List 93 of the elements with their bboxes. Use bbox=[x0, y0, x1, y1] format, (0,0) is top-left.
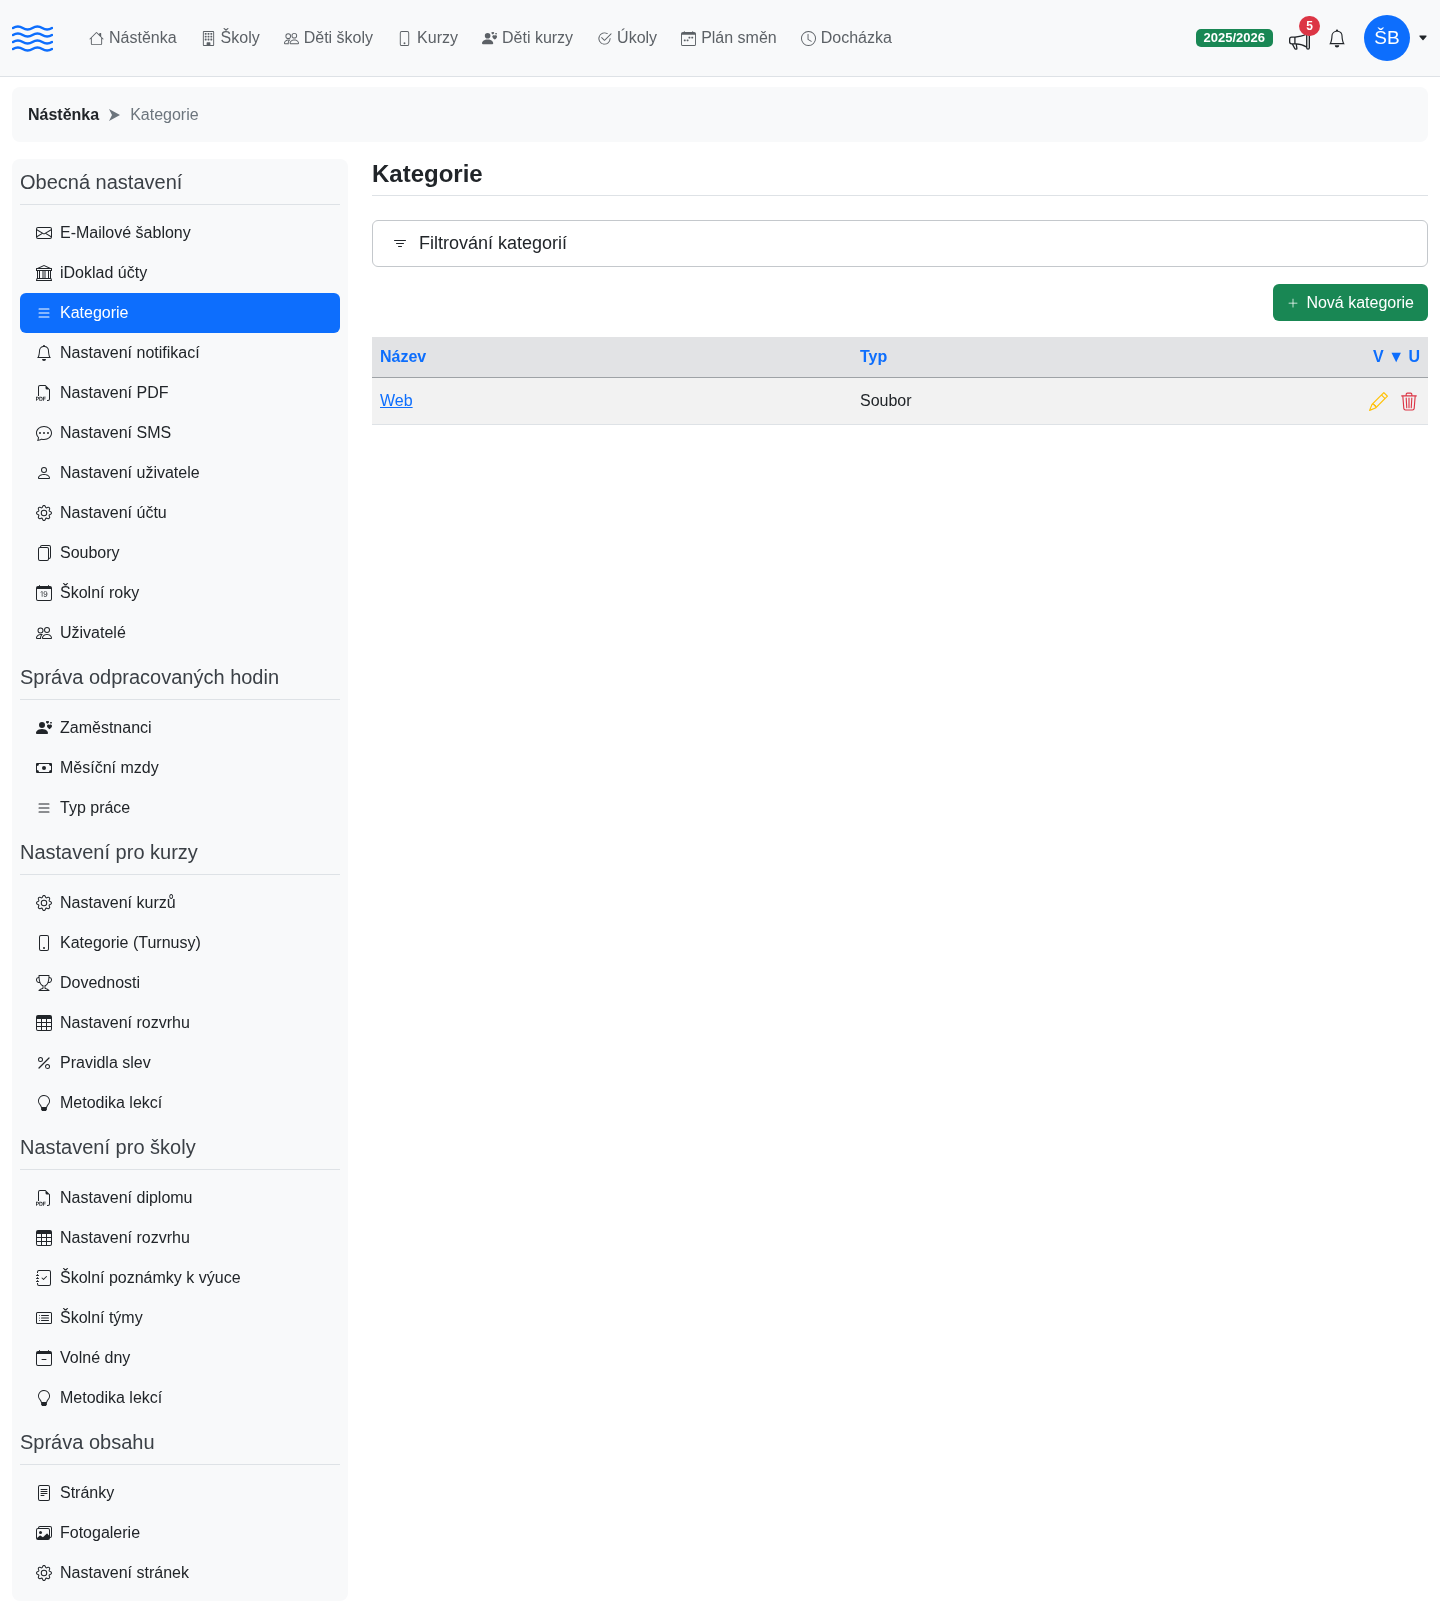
calendar-icon bbox=[36, 585, 52, 601]
sidebar-item[interactable]: Nastavení SMS bbox=[20, 413, 340, 453]
sidebar-item[interactable]: Pravidla slev bbox=[20, 1043, 340, 1083]
filter-toggle[interactable]: Filtrování kategorií bbox=[372, 220, 1428, 267]
files-icon bbox=[36, 545, 52, 561]
sidebar-item[interactable]: Volné dny bbox=[20, 1338, 340, 1378]
images-icon bbox=[36, 1525, 52, 1541]
sidebar-item[interactable]: Školní týmy bbox=[20, 1298, 340, 1338]
gear-icon bbox=[36, 505, 52, 521]
phone-icon bbox=[36, 935, 52, 951]
cash-icon bbox=[36, 760, 52, 776]
person-hearts-icon bbox=[482, 30, 497, 46]
nav-link[interactable]: Nástěnka bbox=[77, 26, 189, 50]
house-icon bbox=[89, 30, 104, 46]
school-year-badge: 2025/2026 bbox=[1195, 29, 1273, 47]
user-avatar[interactable]: ŠB bbox=[1364, 15, 1410, 61]
sidebar-item[interactable]: E-Mailové šablony bbox=[20, 213, 340, 253]
nav-link[interactable]: Úkoly bbox=[585, 26, 670, 50]
sidebar-item[interactable]: Fotogalerie bbox=[20, 1513, 340, 1553]
nav-link[interactable]: Děti kurzy bbox=[470, 26, 586, 50]
pdf-file-icon bbox=[36, 1190, 52, 1206]
category-link[interactable]: Web bbox=[380, 392, 413, 409]
chat-bubble-icon bbox=[36, 425, 52, 441]
percent-icon bbox=[36, 1055, 52, 1071]
caret-icon[interactable] bbox=[1418, 33, 1428, 43]
person-icon bbox=[36, 465, 52, 481]
sidebar-item[interactable]: Uživatelé bbox=[20, 613, 340, 653]
sidebar-item[interactable]: Soubory bbox=[20, 533, 340, 573]
nav-link[interactable]: Plán směn bbox=[669, 26, 789, 50]
sidebar-item[interactable]: Nastavení notifikací bbox=[20, 333, 340, 373]
column-header[interactable]: V ▼ U bbox=[1373, 348, 1420, 365]
section-heading: Správa odpracovaných hodin bbox=[20, 665, 281, 690]
sidebar-item[interactable]: Metodika lekcí bbox=[20, 1378, 340, 1418]
sidebar-item[interactable]: Měsíční mzdy bbox=[20, 748, 340, 788]
people-icon bbox=[36, 625, 52, 641]
bell-icon bbox=[36, 345, 52, 361]
nav-link[interactable]: Docházka bbox=[788, 26, 904, 50]
sidebar-item[interactable]: Nastavení kurzů bbox=[20, 883, 340, 923]
column-header[interactable]: Typ bbox=[860, 348, 888, 365]
sidebar-item[interactable]: Nastavení rozvrhu bbox=[20, 1218, 340, 1258]
sidebar-item[interactable]: Školní roky bbox=[20, 573, 340, 613]
breadcrumb-current: Kategorie bbox=[130, 104, 199, 125]
sidebar-item[interactable]: Kategorie bbox=[20, 293, 340, 333]
sidebar-item[interactable]: iDoklad účty bbox=[20, 253, 340, 293]
calendar-icon bbox=[681, 30, 697, 46]
pdf-file-icon bbox=[36, 385, 52, 401]
section-heading: Nastavení pro školy bbox=[20, 1135, 197, 1160]
building-icon bbox=[200, 30, 216, 46]
sidebar-item[interactable]: Nastavení rozvrhu bbox=[20, 1003, 340, 1043]
nav-link[interactable]: Školy bbox=[188, 26, 272, 50]
section-heading: Nastavení pro kurzy bbox=[20, 840, 199, 865]
trophy-icon bbox=[36, 975, 52, 991]
trash-icon[interactable] bbox=[1400, 391, 1418, 411]
lightbulb-icon bbox=[36, 1095, 52, 1111]
new-category-button[interactable]: Nová kategorie bbox=[1273, 284, 1428, 321]
sidebar-item[interactable]: Nastavení PDF bbox=[20, 373, 340, 413]
sidebar-item[interactable]: Školní poznámky k výuce bbox=[20, 1258, 340, 1298]
people-icon bbox=[283, 30, 299, 46]
calendar-icon bbox=[36, 1350, 52, 1366]
arrowhead-icon bbox=[109, 108, 121, 121]
sidebar-item[interactable]: Kategorie (Turnusy) bbox=[20, 923, 340, 963]
person-hearts-icon bbox=[36, 720, 52, 736]
sidebar-item[interactable]: Stránky bbox=[20, 1473, 340, 1513]
page-title: Kategorie bbox=[372, 159, 484, 188]
sidebar-item[interactable]: Nastavení diplomu bbox=[20, 1178, 340, 1218]
column-header[interactable]: Název bbox=[380, 348, 427, 365]
notification-count: 5 bbox=[1299, 15, 1320, 36]
sidebar-item[interactable]: Nastavení uživatele bbox=[20, 453, 340, 493]
breadcrumb-link[interactable]: Nástěnka bbox=[28, 102, 100, 127]
table-cell: Soubor bbox=[860, 392, 912, 409]
gear-icon bbox=[36, 895, 52, 911]
sidebar-item[interactable]: Nastavení stránek bbox=[20, 1553, 340, 1593]
bell-icon[interactable] bbox=[1328, 28, 1346, 48]
sidebar-item[interactable]: Nastavení účtu bbox=[20, 493, 340, 533]
checklist-icon bbox=[36, 1270, 52, 1286]
gear-icon bbox=[36, 1565, 52, 1581]
section-heading: Obecná nastavení bbox=[20, 170, 184, 195]
sidebar-item[interactable]: Dovednosti bbox=[20, 963, 340, 1003]
card-list-icon bbox=[36, 1310, 52, 1326]
bank-icon bbox=[36, 265, 52, 281]
nav-link[interactable]: Kurzy bbox=[385, 26, 470, 50]
table-icon bbox=[36, 1015, 52, 1031]
sidebar-item[interactable]: Metodika lekcí bbox=[20, 1083, 340, 1123]
lightbulb-icon bbox=[36, 1390, 52, 1406]
clock-icon bbox=[800, 30, 816, 46]
sidebar-item[interactable]: Zaměstnanci bbox=[20, 708, 340, 748]
section-heading: Správa obsahu bbox=[20, 1430, 156, 1455]
waves-logo[interactable] bbox=[12, 24, 53, 52]
table-icon bbox=[36, 1230, 52, 1246]
envelope-icon bbox=[36, 225, 52, 241]
nav-link[interactable]: Děti školy bbox=[271, 26, 386, 50]
document-icon bbox=[36, 1485, 52, 1501]
sidebar-item[interactable]: Typ práce bbox=[20, 788, 340, 828]
